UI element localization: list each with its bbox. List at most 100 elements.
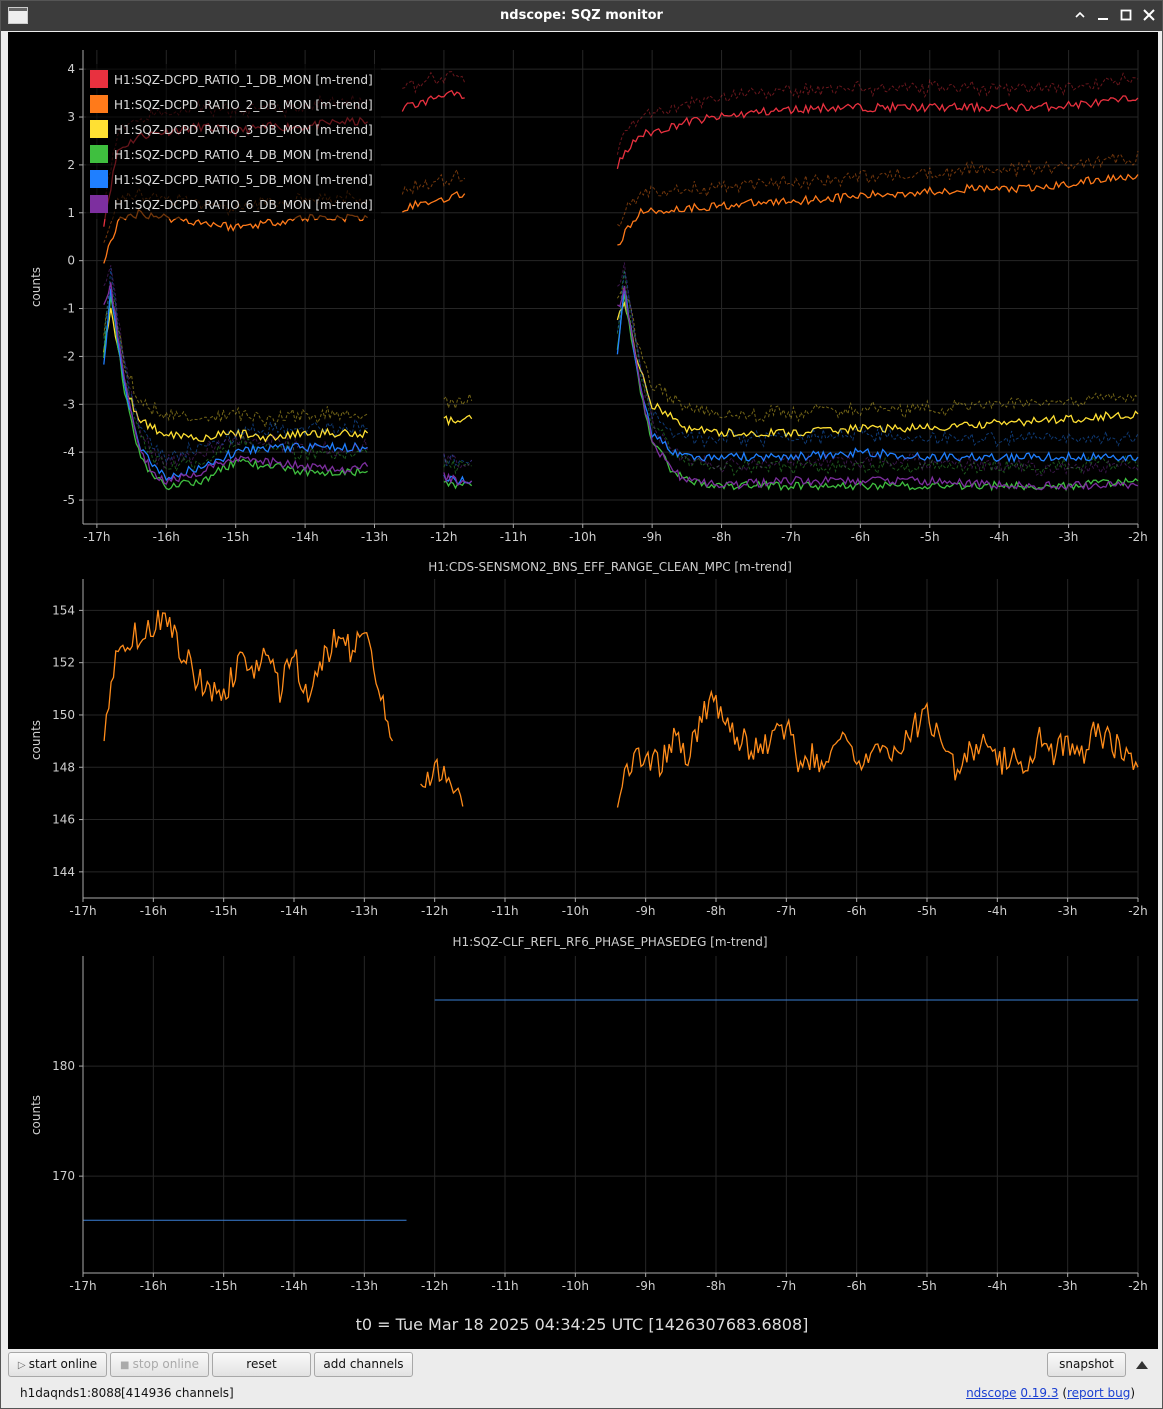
x-tick-label: -12h (421, 1279, 448, 1293)
legend-swatch (90, 145, 108, 163)
keep-above-icon[interactable] (1072, 7, 1088, 23)
legend-swatch (90, 120, 108, 138)
plot-bns-range[interactable]: H1:CDS-SENSMON2_BNS_EFF_RANGE_CLEAN_MPC … (29, 560, 1148, 918)
plot1-legend[interactable]: H1:SQZ-DCPD_RATIO_1_DB_MON [m-trend] H1:S… (86, 64, 381, 219)
start-online-button[interactable]: ▷ start online (8, 1352, 107, 1377)
x-tick-label: -16h (140, 1279, 167, 1293)
series-line (103, 609, 394, 742)
plot2-grid (82, 579, 1139, 898)
legend-label[interactable]: H1:SQZ-DCPD_RATIO_4_DB_MON [m-trend] (114, 148, 373, 162)
stop-online-button[interactable]: ■ stop online (110, 1352, 209, 1377)
x-tick-label: -9h (642, 530, 662, 544)
x-tick-label: -2h (1128, 1279, 1148, 1293)
x-tick-label: -4h (988, 904, 1008, 918)
series-envelope (443, 392, 473, 411)
y-tick-label: -1 (63, 302, 75, 316)
plot2-axes: -17h -16h -15h -14h -13h -12h -11h -10h -9h -8h -7… (52, 579, 1148, 918)
legend-label[interactable]: H1:SQZ-DCPD_RATIO_5_DB_MON [m-trend] (114, 173, 373, 187)
legend-swatch (90, 170, 108, 188)
close-paren: ) (1130, 1386, 1135, 1400)
series-line (401, 89, 465, 112)
series-envelope (443, 453, 473, 470)
x-tick-label: -5h (917, 904, 937, 918)
version-link[interactable]: 0.19.3 (1020, 1386, 1058, 1400)
x-tick-label: -6h (851, 530, 871, 544)
series-envelope (617, 150, 1139, 227)
x-tick-label: -14h (280, 904, 307, 918)
window-title: ndscope: SQZ monitor (500, 8, 663, 23)
x-tick-label: -11h (491, 904, 518, 918)
plot1-ylabel: counts (29, 267, 43, 307)
series-line (443, 472, 473, 487)
legend-box (86, 64, 381, 219)
plot2-ylabel: counts (29, 720, 43, 760)
x-tick-label: -17h (69, 904, 96, 918)
plot-dcpd-ratios[interactable]: -17h -16h -15h -14h -13h -12h -11h -10h -9h -8h -7… (29, 50, 1148, 544)
report-bug-link[interactable]: report bug (1067, 1386, 1130, 1400)
series-line (616, 300, 1139, 438)
y-tick-label: -4 (63, 445, 75, 459)
legend-swatch (90, 195, 108, 213)
x-tick-label: -4h (989, 530, 1009, 544)
x-tick-label: -8h (706, 904, 726, 918)
series-line (402, 190, 466, 213)
x-tick-label: -12h (430, 530, 457, 544)
collapse-toolbar-icon[interactable] (1134, 1357, 1150, 1371)
y-tick-label: -2 (63, 349, 75, 363)
y-tick-label: -3 (63, 397, 75, 411)
close-icon[interactable] (1141, 7, 1157, 23)
x-tick-label: -13h (351, 1279, 378, 1293)
x-tick-label: -10h (569, 530, 596, 544)
title-bar: ndscope: SQZ monitor (1, 1, 1162, 31)
plot3-traces (83, 999, 1138, 1221)
reset-button[interactable]: reset (212, 1352, 311, 1377)
y-tick-label: 150 (52, 708, 75, 722)
series-line (616, 689, 1139, 808)
x-tick-label: -7h (781, 530, 801, 544)
plot2-traces (103, 609, 1139, 808)
y-tick-label: -5 (63, 493, 75, 507)
x-tick-label: -14h (280, 1279, 307, 1293)
x-tick-label: -12h (421, 904, 448, 918)
series-envelope (617, 262, 1139, 477)
plot-clf-phase[interactable]: H1:SQZ-CLF_REFL_RF6_PHASE_PHASEDEG [m-tr… (29, 935, 1148, 1293)
ndscope-link[interactable]: ndscope (966, 1386, 1016, 1400)
x-tick-label: -15h (222, 530, 249, 544)
y-tick-label: 3 (67, 110, 75, 124)
x-tick-label: -11h (500, 530, 527, 544)
legend-label[interactable]: H1:SQZ-DCPD_RATIO_6_DB_MON [m-trend] (114, 198, 373, 212)
y-tick-label: 2 (67, 158, 75, 172)
legend-label[interactable]: H1:SQZ-DCPD_RATIO_1_DB_MON [m-trend] (114, 73, 373, 87)
series-line (443, 414, 473, 427)
x-tick-label: -4h (988, 1279, 1008, 1293)
x-tick-label: -15h (210, 904, 237, 918)
series-line (616, 287, 1139, 464)
y-tick-label: 144 (52, 865, 75, 879)
stop-online-label: stop online (132, 1357, 199, 1371)
channel-count: [414936 channels] (121, 1386, 234, 1400)
x-tick-label: -3h (1058, 904, 1078, 918)
snapshot-button[interactable]: snapshot (1047, 1352, 1126, 1377)
scope-svg[interactable]: -17h -16h -15h -14h -13h -12h -11h -10h -9h -8h -7… (8, 32, 1158, 1349)
series-envelope (401, 168, 466, 195)
x-tick-label: -6h (847, 1279, 867, 1293)
series-envelope (616, 72, 1139, 155)
stop-icon: ■ (120, 1360, 133, 1371)
x-tick-label: -15h (210, 1279, 237, 1293)
legend-label[interactable]: H1:SQZ-DCPD_RATIO_3_DB_MON [m-trend] (114, 123, 373, 137)
x-tick-label: -14h (291, 530, 318, 544)
t0-label: t0 = Tue Mar 18 2025 04:34:25 UTC [14263… (356, 1315, 809, 1334)
x-tick-label: -5h (917, 1279, 937, 1293)
x-tick-label: -5h (920, 530, 940, 544)
x-tick-label: -13h (361, 530, 388, 544)
minimize-icon[interactable] (1095, 7, 1111, 23)
y-tick-label: 0 (67, 254, 75, 268)
maximize-icon[interactable] (1118, 7, 1134, 23)
x-tick-label: -3h (1059, 530, 1079, 544)
y-tick-label: 154 (52, 603, 75, 617)
add-channels-button[interactable]: add channels (314, 1352, 413, 1377)
x-tick-label: -13h (351, 904, 378, 918)
legend-label[interactable]: H1:SQZ-DCPD_RATIO_2_DB_MON [m-trend] (114, 98, 373, 112)
play-icon: ▷ (17, 1360, 29, 1371)
y-tick-label: 180 (52, 1059, 75, 1073)
